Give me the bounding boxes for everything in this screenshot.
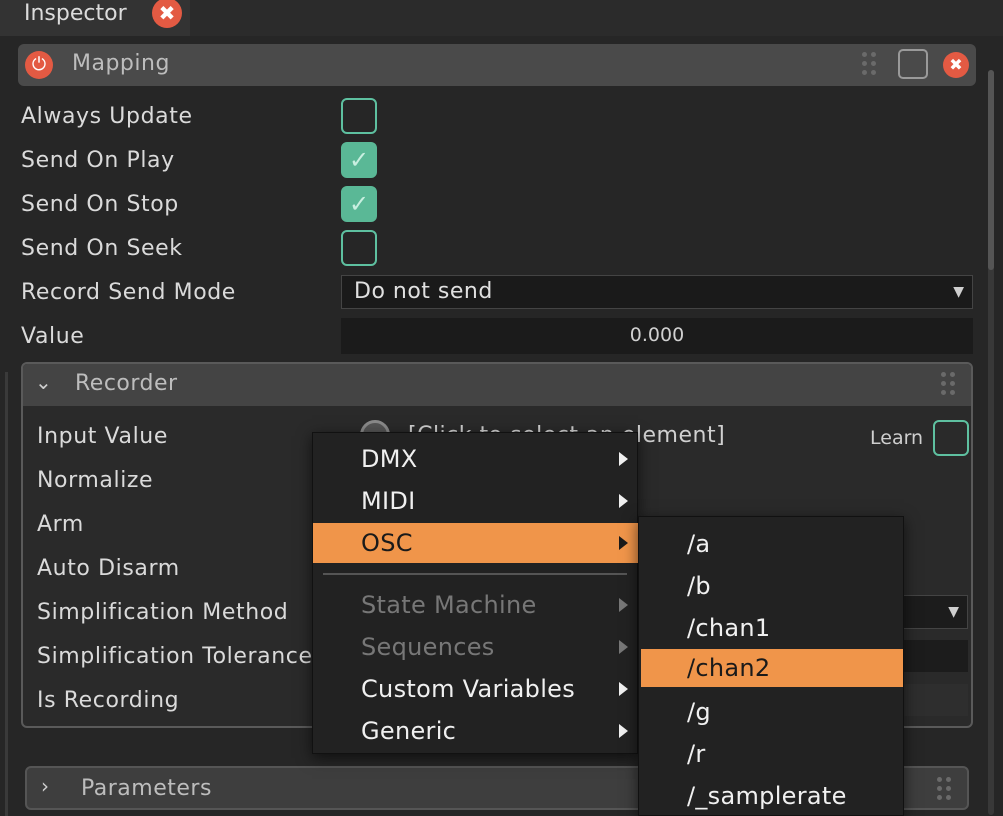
arm-label: Arm	[37, 512, 84, 537]
menu-item-label: Custom Variables	[361, 675, 576, 703]
send-on-seek-label: Send On Seek	[21, 236, 183, 261]
recorder-header[interactable]: ⌄ Recorder	[23, 364, 971, 406]
menu-separator	[323, 573, 627, 575]
drag-handle-icon[interactable]	[941, 372, 959, 398]
dropdown-arrow-icon: ▼	[953, 284, 964, 300]
scrollbar-thumb[interactable]	[988, 70, 994, 270]
send-on-seek-checkbox[interactable]	[341, 230, 377, 266]
expand-icon[interactable]	[898, 49, 928, 79]
menu-item-sequences: Sequences	[313, 627, 639, 667]
submenu-item-label: /r	[687, 740, 706, 768]
submenu-item-label: /g	[687, 698, 711, 726]
menu-item-osc[interactable]: OSC	[313, 523, 639, 563]
drag-handle-icon[interactable]	[937, 777, 955, 803]
learn-label: Learn	[870, 427, 924, 449]
send-on-stop-checkbox[interactable]: ✓	[341, 186, 377, 222]
submenu-item-label: /chan2	[687, 654, 771, 682]
tab-title: Inspector	[24, 1, 127, 26]
auto-disarm-label: Auto Disarm	[37, 556, 180, 581]
record-send-mode-label: Record Send Mode	[21, 280, 236, 305]
is-recording-indicator	[900, 684, 968, 716]
menu-item-custom-variables[interactable]: Custom Variables	[313, 669, 639, 709]
submenu-arrow-icon	[619, 598, 628, 612]
submenu-arrow-icon	[619, 724, 628, 738]
submenu-item[interactable]: /a	[639, 525, 905, 563]
power-icon[interactable]: ⏻	[25, 51, 53, 79]
menu-item-label: OSC	[361, 529, 413, 557]
submenu-item-label: /_samplerate	[687, 782, 847, 810]
left-divider	[5, 372, 8, 816]
remove-icon[interactable]: ✖	[943, 52, 969, 78]
menu-item-label: Generic	[361, 717, 457, 745]
is-recording-label: Is Recording	[37, 688, 180, 713]
chevron-right-icon[interactable]: ›	[41, 774, 49, 798]
value-slider[interactable]: 0.000	[341, 318, 973, 354]
menu-item-label: State Machine	[361, 591, 537, 619]
submenu-item[interactable]: /g	[639, 693, 905, 731]
submenu-item[interactable]: /chan1	[639, 609, 905, 647]
simplification-method-label: Simplification Method	[37, 600, 289, 625]
always-update-label: Always Update	[21, 104, 193, 129]
osc-submenu: /a /b /chan1 /chan2 /g /r /_samplerate	[638, 516, 904, 816]
simplification-tolerance-slider[interactable]	[900, 640, 968, 672]
submenu-arrow-icon	[619, 640, 628, 654]
input-value-label: Input Value	[37, 424, 168, 449]
simplification-tolerance-label: Simplification Tolerance	[37, 644, 313, 669]
submenu-arrow-icon	[619, 494, 628, 508]
send-on-play-checkbox[interactable]: ✓	[341, 142, 377, 178]
submenu-item-label: /a	[687, 530, 711, 558]
menu-item-label: DMX	[361, 445, 418, 473]
send-on-play-label: Send On Play	[21, 148, 175, 173]
dropdown-arrow-icon: ▼	[948, 604, 959, 620]
tab-inspector[interactable]: Inspector ✖	[0, 0, 190, 36]
record-send-mode-dropdown[interactable]: Do not send ▼	[341, 275, 973, 309]
learn-checkbox[interactable]	[933, 420, 969, 456]
close-icon[interactable]: ✖	[152, 0, 182, 28]
simplification-method-dropdown[interactable]: ▼	[900, 595, 968, 629]
submenu-arrow-icon	[619, 452, 628, 466]
submenu-item[interactable]: /_samplerate	[639, 777, 905, 815]
menu-item-state-machine: State Machine	[313, 585, 639, 625]
menu-item-label: MIDI	[361, 487, 416, 515]
submenu-item-label: /b	[687, 572, 711, 600]
menu-item-generic[interactable]: Generic	[313, 711, 639, 751]
chevron-down-icon[interactable]: ⌄	[35, 370, 52, 394]
normalize-label: Normalize	[37, 468, 154, 493]
value-label: Value	[21, 324, 85, 349]
submenu-arrow-icon	[619, 682, 628, 696]
menu-item-dmx[interactable]: DMX	[313, 439, 639, 479]
submenu-item[interactable]: /b	[639, 567, 905, 605]
always-update-checkbox[interactable]	[341, 98, 377, 134]
value-readout: 0.000	[629, 324, 685, 346]
submenu-item[interactable]: /r	[639, 735, 905, 773]
send-on-stop-label: Send On Stop	[21, 192, 179, 217]
context-menu: DMX MIDI OSC State Machine Sequences Cus…	[312, 432, 639, 754]
tab-bar: Inspector ✖	[0, 0, 1003, 36]
drag-handle-icon[interactable]	[862, 52, 880, 78]
record-send-mode-value: Do not send	[354, 279, 493, 304]
submenu-arrow-icon	[619, 536, 628, 550]
parameters-title: Parameters	[81, 776, 212, 801]
recorder-title: Recorder	[75, 371, 178, 396]
submenu-item-selected[interactable]: /chan2	[641, 649, 903, 687]
mapping-header[interactable]: ⏻ Mapping ✖	[18, 44, 976, 86]
mapping-title: Mapping	[72, 51, 170, 76]
menu-item-midi[interactable]: MIDI	[313, 481, 639, 521]
menu-item-label: Sequences	[361, 633, 495, 661]
submenu-item-label: /chan1	[687, 614, 771, 642]
